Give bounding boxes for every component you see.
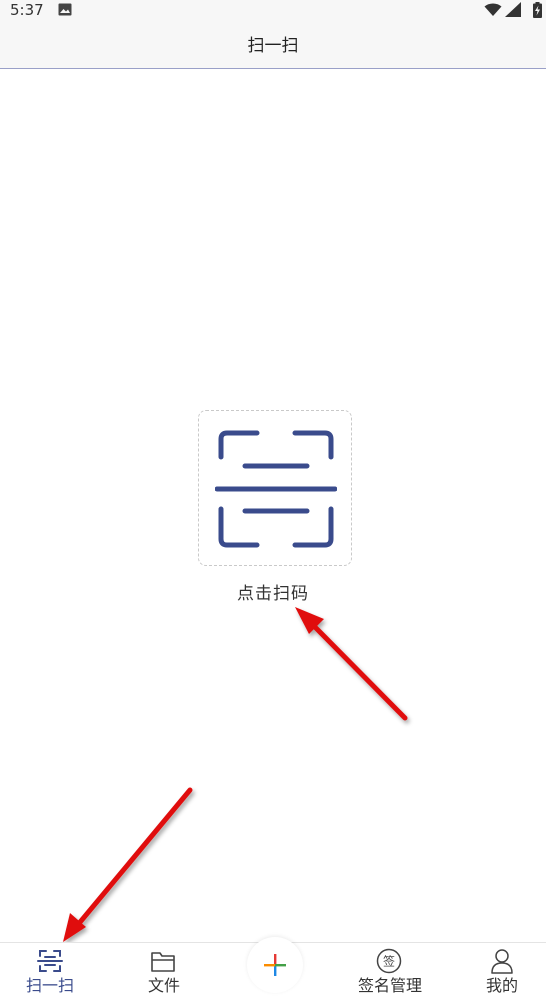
nav-label-files: 文件 <box>147 976 180 995</box>
wifi-icon <box>484 3 502 16</box>
add-button[interactable] <box>247 937 303 993</box>
arrow-to-scan-tab <box>63 787 193 942</box>
nav-item-signature[interactable]: 签 签名管理 <box>348 943 432 998</box>
status-time: 5:37 <box>10 1 44 19</box>
bottom-nav: 扫一扫 文件 签 签名管理 我的 <box>0 937 546 998</box>
nav-item-profile[interactable]: 我的 <box>466 943 538 998</box>
image-notification-icon <box>58 3 72 16</box>
nav-label-profile: 我的 <box>485 976 518 995</box>
signature-icon-text: 签 <box>383 954 395 969</box>
scan-button[interactable] <box>198 410 352 566</box>
scan-icon <box>37 950 63 972</box>
folder-icon <box>151 952 175 972</box>
nav-item-scan[interactable]: 扫一扫 <box>14 943 86 998</box>
signature-icon: 签 <box>376 948 402 974</box>
app-screen: 5:37 扫一扫 点击扫码 扫一扫 文件 签 签名管理 我的 <box>0 0 546 998</box>
scan-label: 点击扫码 <box>237 584 309 604</box>
app-header: 扫一扫 <box>0 22 546 69</box>
nav-label-scan: 扫一扫 <box>25 976 74 995</box>
page-title: 扫一扫 <box>247 36 299 56</box>
arrow-to-scan-label <box>295 607 408 721</box>
nav-label-signature: 签名管理 <box>357 976 422 995</box>
add-icon <box>264 954 286 976</box>
user-icon <box>491 949 513 974</box>
battery-charging-icon <box>533 2 542 18</box>
cellular-signal-icon <box>505 2 521 17</box>
scan-qr-icon <box>215 430 337 548</box>
status-bar: 5:37 <box>0 0 546 22</box>
nav-item-files[interactable]: 文件 <box>128 943 200 998</box>
